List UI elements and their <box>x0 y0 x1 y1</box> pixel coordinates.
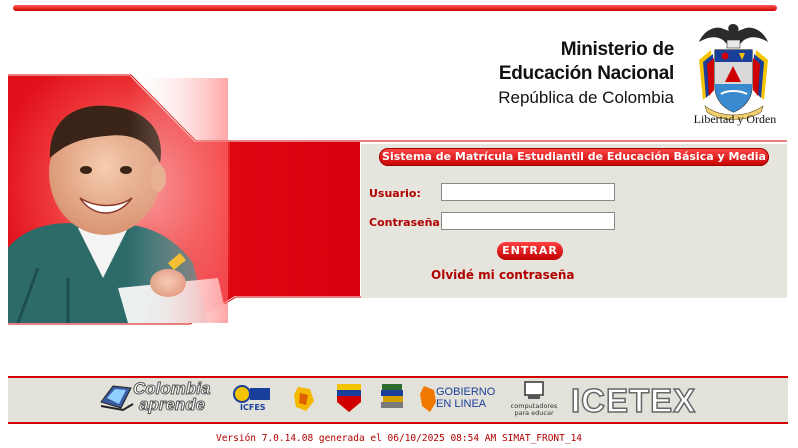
computadores-text-2: para educar <box>514 409 554 417</box>
colombia-aprende-small-logo[interactable] <box>288 383 320 415</box>
computadores-para-educar-logo[interactable]: computadores para educar <box>506 380 562 418</box>
forgot-password-link[interactable]: Olvidé mi contraseña <box>431 268 575 282</box>
username-label: Usuario: <box>369 187 421 200</box>
icfes-text: ICFES <box>240 403 266 412</box>
colombia-map-icon <box>420 386 436 412</box>
ministerio-emblem-icon <box>337 384 361 412</box>
password-label: Contraseña: <box>369 216 445 229</box>
icetex-text: ICETEX <box>570 382 697 419</box>
system-title: Sistema de Matrícula Estudiantil de Educ… <box>379 148 769 166</box>
map-emblem-icon <box>294 387 314 411</box>
icfes-logo[interactable]: ICFES <box>232 384 272 416</box>
gobierno-text-1: GOBIERNO <box>436 386 496 398</box>
student-photo <box>8 78 228 323</box>
colombia-aprende-text-2: aprende <box>138 395 206 414</box>
gobierno-en-linea-logo[interactable]: GOBIERNO EN LINEA <box>418 384 496 416</box>
colombia-aprende-logo[interactable]: Colombia aprende <box>99 380 224 416</box>
enter-button[interactable]: ENTRAR <box>497 242 563 260</box>
ministerio-small-logo[interactable] <box>333 382 365 416</box>
books-icon <box>381 384 403 408</box>
username-input[interactable] <box>441 183 615 201</box>
version-text: Versión 7.0.14.08 generada el 06/10/2025… <box>215 433 583 444</box>
password-input[interactable] <box>441 212 615 230</box>
gobierno-text-2: EN LINEA <box>436 398 487 410</box>
icetex-logo[interactable]: ICETEX <box>570 382 697 419</box>
computer-icon <box>524 381 544 399</box>
catalogo-logo[interactable] <box>378 380 408 416</box>
